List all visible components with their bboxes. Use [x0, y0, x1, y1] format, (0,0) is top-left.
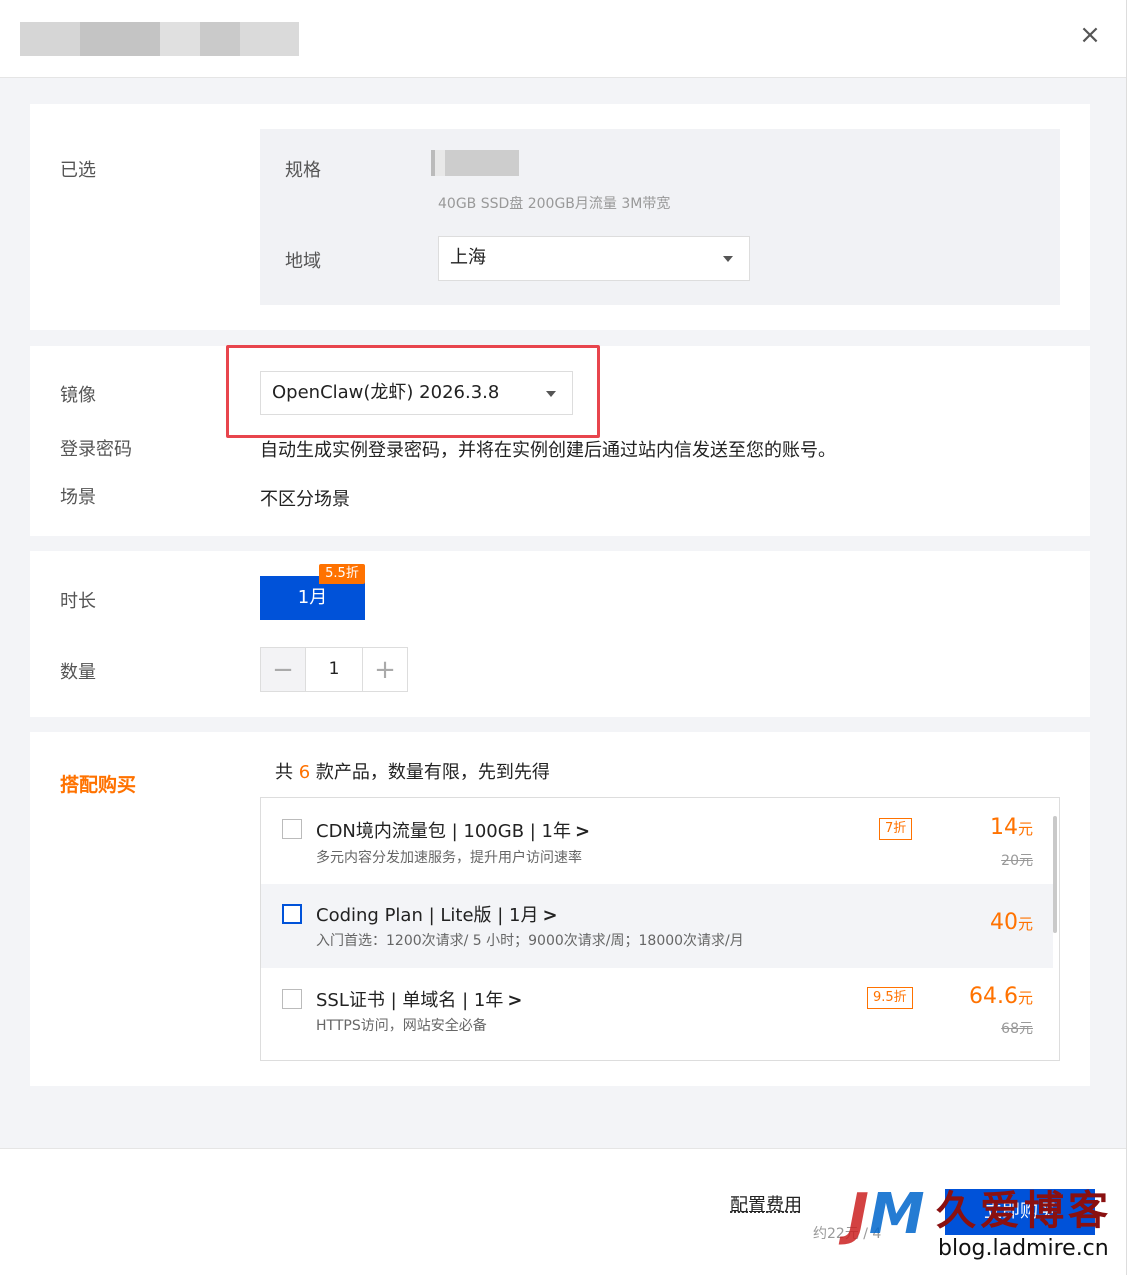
bundle-description: 共 6 款产品，数量有限，先到先得	[275, 758, 550, 784]
scene-label: 场景	[60, 487, 96, 508]
watermark-logo-j: J	[848, 1182, 869, 1247]
watermark-logo-m: M	[868, 1182, 925, 1247]
original-price: 20元	[1001, 853, 1033, 869]
item-name: SSL证书 | 单域名 | 1年	[316, 990, 504, 1011]
plus-icon[interactable]: +	[362, 648, 407, 691]
watermark-text: 久爱博客	[936, 1188, 1112, 1234]
price-unit: 元	[1017, 915, 1033, 933]
price-value: 64.6	[969, 984, 1018, 1009]
password-label: 登录密码	[60, 439, 132, 460]
price-unit: 元	[1017, 989, 1033, 1007]
caret-down-icon	[723, 256, 733, 262]
quantity-label: 数量	[60, 662, 96, 683]
dialog-title-redacted	[20, 22, 299, 56]
watermark-url: blog.ladmire.cn	[938, 1236, 1109, 1261]
item-name-link[interactable]: SSL证书 | 单域名 | 1年 >	[316, 986, 522, 1012]
item-name: CDN境内流量包 | 100GB | 1年	[316, 821, 572, 842]
close-icon[interactable]: ×	[1076, 20, 1104, 50]
quantity-input[interactable]: 1	[306, 648, 362, 691]
list-item: Coding Plan | Lite版 | 1月 > 入门首选：1200次请求/ …	[261, 884, 1053, 968]
image-label: 镜像	[60, 385, 96, 406]
scene-text: 不区分场景	[260, 489, 350, 510]
password-text: 自动生成实例登录密码，并将在实例创建后通过站内信发送至您的账号。	[260, 440, 836, 461]
bundle-list: CDN境内流量包 | 100GB | 1年 > 多元内容分发加速服务，提升用户访问…	[260, 797, 1060, 1061]
region-select-value: 上海	[450, 247, 486, 268]
price-value: 40	[989, 910, 1018, 935]
price-value: 14	[989, 815, 1018, 840]
spec-box: 规格 40GB SSD盘 200GB月流量 3M带宽 地域 上海	[260, 129, 1060, 305]
bundle-desc-suffix: 款产品，数量有限，先到先得	[310, 762, 550, 783]
checkbox[interactable]	[282, 904, 302, 924]
spec-value-redacted	[431, 150, 519, 176]
bundle-section: 搭配购买 共 6 款产品，数量有限，先到先得 CDN境内流量包 | 100GB …	[30, 732, 1090, 1086]
region-select[interactable]: 上海	[438, 236, 750, 281]
item-subtitle: 入门首选：1200次请求/ 5 小时；9000次请求/周；18000次请求/月	[316, 933, 744, 949]
item-subtitle: 多元内容分发加速服务，提升用户访问速率	[316, 850, 582, 866]
item-name-link[interactable]: Coding Plan | Lite版 | 1月 >	[316, 901, 558, 927]
spec-description: 40GB SSD盘 200GB月流量 3M带宽	[438, 196, 671, 212]
minus-icon[interactable]: −	[261, 648, 306, 691]
watermark-logo: JM	[848, 1182, 925, 1247]
dialog-header: ×	[0, 0, 1126, 78]
bundle-title: 搭配购买	[60, 774, 137, 796]
discount-tag: 7折	[879, 818, 913, 840]
scrollbar[interactable]	[1053, 816, 1057, 933]
checkbox[interactable]	[282, 819, 302, 839]
item-price: 64.6元	[969, 984, 1033, 1009]
item-name: Coding Plan | Lite版 | 1月	[316, 905, 539, 926]
chevron-right-icon: >	[542, 905, 558, 926]
bundle-desc-prefix: 共	[275, 762, 299, 783]
duration-section: 时长 1月 5.5折 数量 − 1 +	[30, 551, 1090, 717]
selected-section: 已选 规格 40GB SSD盘 200GB月流量 3M带宽 地域 上海	[30, 104, 1090, 330]
chevron-right-icon: >	[507, 990, 523, 1011]
window-edge	[1126, 0, 1130, 1275]
price-unit: 元	[1017, 820, 1033, 838]
checkbox[interactable]	[282, 989, 302, 1009]
duration-label: 时长	[60, 591, 96, 612]
item-name-link[interactable]: CDN境内流量包 | 100GB | 1年 >	[316, 817, 590, 843]
highlight-annotation	[226, 345, 600, 438]
selected-label: 已选	[60, 160, 96, 181]
list-item: CDN境内流量包 | 100GB | 1年 > 多元内容分发加速服务，提升用户访问…	[261, 798, 1053, 882]
item-subtitle: HTTPS访问，网站安全必备	[316, 1018, 487, 1034]
config-fee-link[interactable]: 配置费用	[730, 1191, 802, 1217]
chevron-right-icon: >	[575, 821, 591, 842]
bundle-count: 6	[298, 762, 311, 783]
original-price: 68元	[1001, 1021, 1033, 1037]
spec-label: 规格	[285, 160, 321, 181]
region-label: 地域	[285, 251, 321, 272]
item-price: 40元	[990, 910, 1033, 935]
discount-tag: 9.5折	[867, 987, 913, 1009]
discount-badge: 5.5折	[319, 564, 365, 584]
item-price: 14元	[990, 815, 1033, 840]
watermark: JM 久爱博客 blog.ladmire.cn	[848, 1178, 1118, 1273]
list-item: SSL证书 | 单域名 | 1年 > HTTPS访问，网站安全必备 9.5折 64…	[261, 968, 1053, 1052]
quantity-stepper: − 1 +	[260, 647, 408, 692]
